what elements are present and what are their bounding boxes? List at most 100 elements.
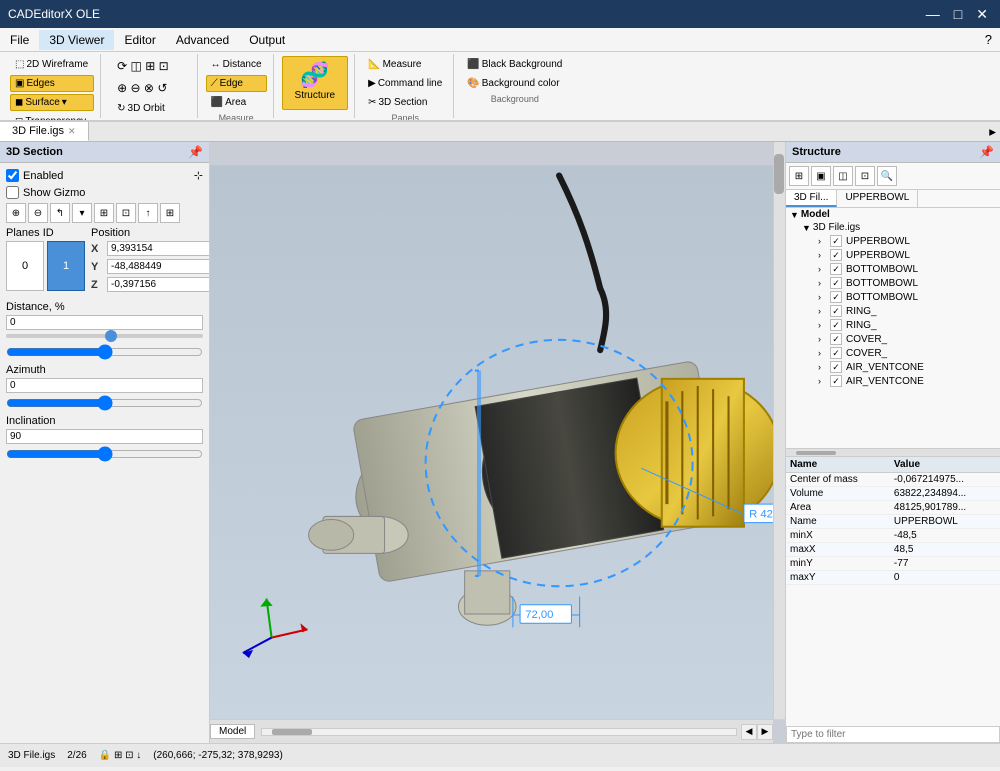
viewport-vscrollbar[interactable] bbox=[773, 142, 785, 719]
svg-text:72,00: 72,00 bbox=[525, 609, 553, 621]
btn-measure-panel[interactable]: 📐 Measure bbox=[363, 56, 447, 73]
menu-3dviewer[interactable]: 3D Viewer bbox=[39, 30, 114, 50]
btn-edges[interactable]: ▣ Edges bbox=[10, 75, 94, 92]
btn-2d-wireframe[interactable]: ⬚ 2D Wireframe bbox=[10, 56, 94, 73]
btn-3d-orbit[interactable]: ↻ 3D Orbit bbox=[112, 100, 187, 117]
tool-btn-6[interactable]: ↑ bbox=[138, 203, 158, 223]
plane-0-box[interactable]: 0 bbox=[6, 241, 44, 291]
z-input[interactable] bbox=[107, 277, 210, 292]
tab-close-icon[interactable]: ✕ bbox=[68, 126, 76, 137]
tool-btn-3[interactable]: ↰ bbox=[50, 203, 70, 223]
tree-item-3[interactable]: › ✓ BOTTOMBOWL bbox=[786, 276, 1000, 290]
tool-btn-1[interactable]: ⊕ bbox=[6, 203, 26, 223]
x-input[interactable] bbox=[107, 241, 210, 256]
plane-1-box[interactable]: 1 bbox=[47, 241, 85, 291]
right-tool-4[interactable]: ⊡ bbox=[855, 166, 875, 186]
azimuth-input[interactable] bbox=[6, 378, 203, 393]
btn-structure[interactable]: 🧬 Structure bbox=[282, 56, 349, 110]
distance-slider[interactable] bbox=[6, 344, 203, 360]
tree-tab-upperbowl[interactable]: UPPERBOWL bbox=[837, 190, 918, 207]
btn-command-line[interactable]: ▶ Command line bbox=[363, 75, 447, 92]
prop-row-4: minX -48,5 bbox=[786, 529, 1000, 543]
inclination-slider[interactable] bbox=[6, 446, 203, 462]
minimize-button[interactable]: — bbox=[922, 6, 944, 23]
distance-slider-thumb[interactable] bbox=[105, 330, 117, 342]
btn-3d-section[interactable]: ✂ 3D Section bbox=[363, 94, 447, 111]
menu-editor[interactable]: Editor bbox=[114, 30, 165, 50]
btn-transparency[interactable]: ◻ Transparency bbox=[10, 113, 94, 122]
right-tool-1[interactable]: ⊞ bbox=[789, 166, 809, 186]
inclination-input[interactable] bbox=[6, 429, 203, 444]
right-tool-2[interactable]: ▣ bbox=[811, 166, 831, 186]
tool-btn-2[interactable]: ⊖ bbox=[28, 203, 48, 223]
filter-input[interactable] bbox=[786, 726, 1000, 743]
azimuth-slider[interactable] bbox=[6, 395, 203, 411]
visual-styles-buttons: ⬚ 2D Wireframe ▣ Edges ◼ Surface ▾ ◻ Tra… bbox=[10, 56, 94, 122]
item-checkbox[interactable]: ✓ bbox=[830, 347, 842, 359]
tab-scroll-right[interactable]: ▸ bbox=[985, 122, 1000, 141]
tree-item-7[interactable]: › ✓ COVER_ bbox=[786, 332, 1000, 346]
tree-item-2[interactable]: › ✓ BOTTOMBOWL bbox=[786, 262, 1000, 276]
viewport-tab-model[interactable]: Model bbox=[210, 724, 255, 739]
menu-advanced[interactable]: Advanced bbox=[166, 30, 239, 50]
distance-input[interactable] bbox=[6, 315, 203, 330]
tree-item-model[interactable]: ▼ Model bbox=[786, 208, 1000, 221]
tool-btn-dropdown[interactable]: ▾ bbox=[72, 203, 92, 223]
tool-btn-5[interactable]: ⊡ bbox=[116, 203, 136, 223]
item-arrow-icon: › bbox=[818, 362, 828, 372]
btn-surface[interactable]: ◼ Surface ▾ bbox=[10, 94, 94, 111]
tree-item-0[interactable]: › ✓ UPPERBOWL bbox=[786, 234, 1000, 248]
tool-btn-7[interactable]: ⊞ bbox=[160, 203, 180, 223]
btn-nav-icons1[interactable]: ⟳ ◫ ⊞ ⊡ bbox=[112, 56, 174, 76]
right-tool-3[interactable]: ◫ bbox=[833, 166, 853, 186]
enabled-checkbox[interactable] bbox=[6, 169, 19, 182]
btn-edge-measure[interactable]: ⟋ Edge bbox=[206, 75, 267, 92]
item-checkbox[interactable]: ✓ bbox=[830, 319, 842, 331]
btn-distance[interactable]: ↔ Distance bbox=[206, 56, 267, 73]
pin-icon[interactable]: 📌 bbox=[188, 145, 203, 159]
btn-nav-icons2[interactable]: ⊕ ⊖ ⊗ ↺ bbox=[112, 78, 172, 98]
item-checkbox[interactable]: ✓ bbox=[830, 305, 842, 317]
item-checkbox[interactable]: ✓ bbox=[830, 333, 842, 345]
tabbar: 3D File.igs ✕ ▸ bbox=[0, 122, 1000, 142]
tree-item-1[interactable]: › ✓ UPPERBOWL bbox=[786, 248, 1000, 262]
menu-file[interactable]: File bbox=[0, 30, 39, 50]
show-gizmo-checkbox[interactable] bbox=[6, 186, 19, 199]
item-checkbox[interactable]: ✓ bbox=[830, 361, 842, 373]
item-checkbox[interactable]: ✓ bbox=[830, 277, 842, 289]
item-checkbox[interactable]: ✓ bbox=[830, 263, 842, 275]
tool-btn-4[interactable]: ⊞ bbox=[94, 203, 114, 223]
tree-item-5[interactable]: › ✓ RING_ bbox=[786, 304, 1000, 318]
tree-item-9[interactable]: › ✓ AIR_VENTCONE bbox=[786, 360, 1000, 374]
tree-tab-3dfile[interactable]: 3D Fil... bbox=[786, 190, 837, 207]
tree-item-8[interactable]: › ✓ COVER_ bbox=[786, 346, 1000, 360]
tree-item-3dfile[interactable]: ▼ 3D File.igs bbox=[786, 221, 1000, 234]
item-checkbox[interactable]: ✓ bbox=[830, 375, 842, 387]
tree-scrollbar[interactable] bbox=[786, 448, 1000, 456]
right-tool-5[interactable]: 🔍 bbox=[877, 166, 897, 186]
item-label: BOTTOMBOWL bbox=[846, 292, 918, 303]
hscroll-right[interactable]: ▶ bbox=[757, 724, 773, 740]
section-cursor-icon[interactable]: ⊹ bbox=[194, 169, 203, 182]
right-panel-pin-icon[interactable]: 📌 bbox=[979, 145, 994, 159]
item-checkbox[interactable]: ✓ bbox=[830, 235, 842, 247]
maximize-button[interactable]: □ bbox=[950, 6, 966, 23]
close-button[interactable]: ✕ bbox=[972, 6, 992, 23]
menu-output[interactable]: Output bbox=[239, 30, 295, 50]
viewport[interactable]: R 42,08 72,00 bbox=[210, 142, 785, 743]
btn-black-background[interactable]: ⬛ Black Background bbox=[462, 56, 567, 73]
tree-item-4[interactable]: › ✓ BOTTOMBOWL bbox=[786, 290, 1000, 304]
tab-3dfile[interactable]: 3D File.igs ✕ bbox=[0, 122, 89, 141]
tree-item-6[interactable]: › ✓ RING_ bbox=[786, 318, 1000, 332]
help-icon[interactable]: ? bbox=[985, 32, 992, 47]
y-input[interactable] bbox=[107, 259, 210, 274]
titlebar-controls[interactable]: — □ ✕ bbox=[922, 6, 992, 23]
btn-area[interactable]: ⬛ Area bbox=[206, 94, 267, 111]
hscroll-left[interactable]: ◀ bbox=[741, 724, 757, 740]
tree-item-10[interactable]: › ✓ AIR_VENTCONE bbox=[786, 374, 1000, 388]
item-checkbox[interactable]: ✓ bbox=[830, 291, 842, 303]
viewport-vscroll-thumb[interactable] bbox=[774, 154, 784, 194]
hscroll-thumb[interactable] bbox=[272, 729, 312, 735]
item-checkbox[interactable]: ✓ bbox=[830, 249, 842, 261]
btn-background-color[interactable]: 🎨 Background color bbox=[462, 75, 567, 92]
